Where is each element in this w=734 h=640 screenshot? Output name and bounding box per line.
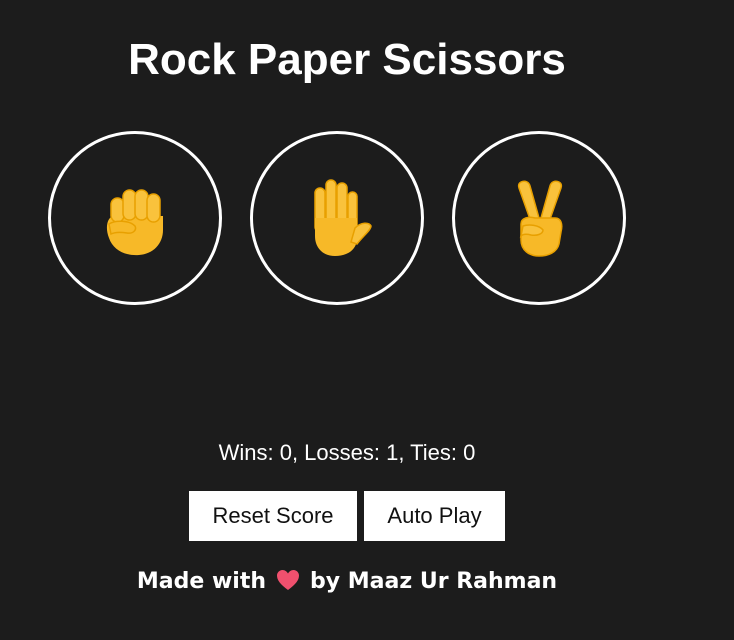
auto-play-button[interactable]: Auto Play bbox=[364, 491, 505, 541]
raised-hand-icon bbox=[314, 179, 372, 256]
footer-credit: Made with by Maaz Ur Rahman bbox=[0, 568, 694, 596]
victory-hand-icon bbox=[517, 180, 563, 257]
page-title: Rock Paper Scissors bbox=[128, 35, 566, 84]
scissors-button[interactable] bbox=[452, 131, 626, 305]
rock-button[interactable] bbox=[48, 131, 222, 305]
heart-icon bbox=[277, 570, 300, 590]
reset-score-button[interactable]: Reset Score bbox=[189, 491, 357, 541]
footer-prefix: Made with bbox=[136, 569, 267, 594]
footer-suffix: by Maaz Ur Rahman bbox=[310, 569, 558, 594]
paper-button[interactable] bbox=[250, 131, 424, 305]
raised-fist-icon bbox=[106, 189, 163, 256]
score-display: Wins: 0, Losses: 1, Ties: 0 bbox=[218, 440, 476, 465]
